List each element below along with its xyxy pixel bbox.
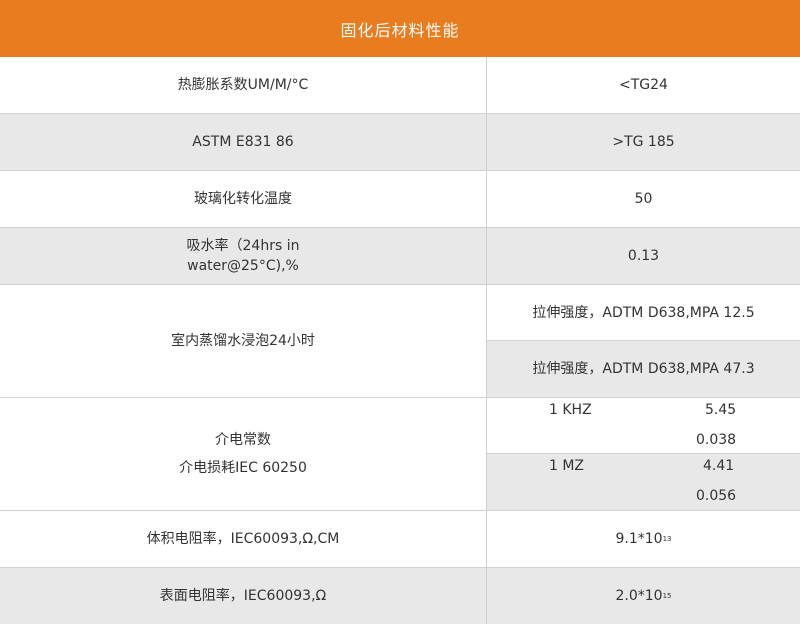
property-label: 介电常数 介电损耗IEC 60250 — [0, 398, 486, 510]
table-row: 玻璃化转化温度 50 — [0, 171, 800, 228]
property-value: 50 — [634, 191, 653, 207]
property-value: 拉伸强度，ADTM D638,MPA 47.3 — [532, 361, 755, 377]
table-row: 表面电阻率，IEC60093,Ω 2.0*10 15 — [0, 568, 800, 624]
dielectric-loss: 0.056 — [696, 488, 737, 504]
frequency: 1 KHZ — [549, 402, 592, 418]
property-value: 9.1*10 13 — [487, 511, 800, 567]
table-row: 热膨胀系数UM/M/°C <TG24 — [0, 57, 800, 114]
label-line-2: water@25°C),% — [187, 258, 299, 274]
property-value: 0.13 — [627, 248, 660, 264]
value-exponent: 13 — [662, 535, 672, 543]
property-label: 室内蒸馏水浸泡24小时 — [171, 333, 315, 349]
sub-cell: 1 KHZ 5.45 0.038 — [487, 398, 800, 454]
table-row: 体积电阻率，IEC60093,Ω,CM 9.1*10 13 — [0, 511, 800, 568]
value-base: 2.0*10 — [615, 588, 663, 604]
property-value: <TG24 — [619, 77, 668, 93]
frequency: 1 MZ — [549, 458, 585, 474]
table-row: 室内蒸馏水浸泡24小时 拉伸强度，ADTM D638,MPA 12.5 拉伸强度… — [0, 285, 800, 398]
table-row: ASTM E831 86 >TG 185 — [0, 114, 800, 171]
property-value: 2.0*10 15 — [487, 568, 800, 624]
property-label: 表面电阻率，IEC60093,Ω — [159, 588, 327, 604]
property-label: 体积电阻率，IEC60093,Ω,CM — [146, 531, 340, 547]
value-base: 9.1*10 — [615, 531, 663, 547]
property-label: 玻璃化转化温度 — [194, 191, 292, 207]
sub-cell: 拉伸强度，ADTM D638,MPA 12.5 — [487, 285, 800, 341]
dielectric-loss: 0.038 — [696, 432, 737, 448]
table-title: 固化后材料性能 — [0, 0, 800, 57]
label-line-1: 介电常数 — [215, 432, 271, 448]
properties-table: 固化后材料性能 热膨胀系数UM/M/°C <TG24 ASTM E831 86 … — [0, 0, 800, 624]
property-label: ASTM E831 86 — [192, 134, 294, 150]
table-row: 介电常数 介电损耗IEC 60250 1 KHZ 5.45 0.038 1 MZ… — [0, 398, 800, 511]
sub-cell: 拉伸强度，ADTM D638,MPA 47.3 — [487, 341, 800, 397]
sub-cell: 1 MZ 4.41 0.056 — [487, 454, 800, 510]
property-label: 热膨胀系数UM/M/°C — [177, 77, 309, 93]
label-line-2: 介电损耗IEC 60250 — [179, 460, 307, 476]
property-label: 吸水率（24hrs in water@25°C),% — [0, 228, 486, 284]
property-value: >TG 185 — [612, 134, 675, 150]
dielectric-constant: 5.45 — [705, 402, 737, 418]
table-row: 吸水率（24hrs in water@25°C),% 0.13 — [0, 228, 800, 285]
label-line-1: 吸水率（24hrs in — [186, 238, 300, 254]
property-value: 拉伸强度，ADTM D638,MPA 12.5 — [532, 304, 755, 321]
value-exponent: 15 — [662, 592, 672, 600]
dielectric-constant: 4.41 — [703, 458, 735, 474]
